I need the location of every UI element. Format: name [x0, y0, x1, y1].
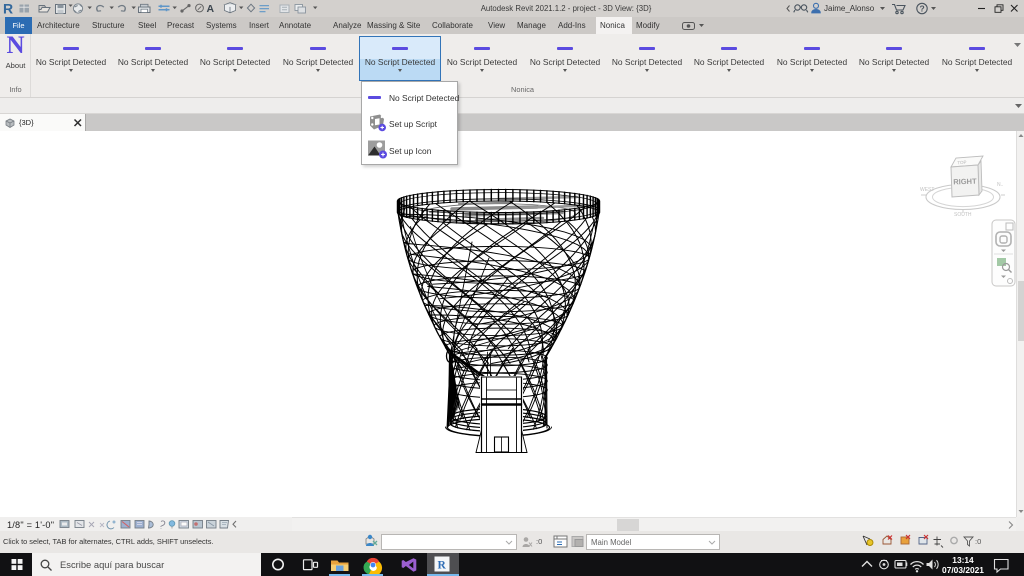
svg-text::0: :0	[975, 537, 981, 546]
svg-text:R: R	[438, 560, 447, 572]
svg-text:WEST: WEST	[920, 187, 934, 193]
svg-text:Autodesk Revit 2021.1.2 - proj: Autodesk Revit 2021.1.2 - project - 3D V…	[481, 4, 652, 13]
svg-text:SOUTH: SOUTH	[954, 212, 972, 218]
svg-text:Escribe aquí para buscar: Escribe aquí para buscar	[60, 559, 164, 570]
svg-text:N..: N..	[997, 182, 1003, 188]
svg-text:07/03/2021: 07/03/2021	[942, 565, 984, 575]
svg-text:R: R	[3, 1, 13, 17]
svg-text:RIGHT: RIGHT	[953, 177, 977, 187]
svg-text:TOP: TOP	[957, 160, 966, 166]
svg-text:?: ?	[920, 4, 925, 14]
svg-text:Jaime_Alonso: Jaime_Alonso	[824, 4, 875, 13]
svg-text:13:14: 13:14	[952, 555, 974, 565]
svg-text:A: A	[207, 3, 215, 15]
